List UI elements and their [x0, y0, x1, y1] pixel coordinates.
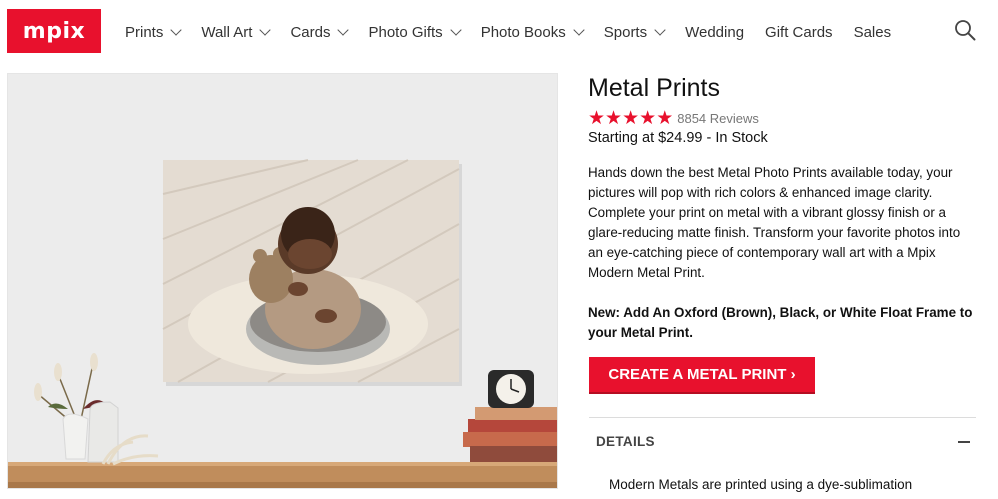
chevron-down-icon	[259, 23, 272, 36]
nav-item-photo-gifts[interactable]: Photo Gifts	[368, 23, 462, 41]
rating[interactable]: ★ ★ ★ ★ ★ 8854 Reviews	[588, 109, 759, 128]
details-toggle[interactable]: DETAILS	[596, 434, 655, 449]
nav-item-label: Wedding	[685, 23, 745, 41]
details-text: Modern Metals are printed using a dye-su…	[609, 477, 913, 492]
price-stock: Starting at $24.99 - In Stock	[588, 130, 768, 146]
nav-item-wall-art[interactable]: Wall Art	[201, 23, 272, 41]
nav-item-label: Gift Cards	[765, 23, 833, 41]
nav-item-label: Photo Books	[480, 23, 566, 41]
nav-item-sports[interactable]: Sports	[603, 23, 666, 41]
nav-item-photo-books[interactable]: Photo Books	[480, 23, 585, 41]
float-frame-note: New: Add An Oxford (Brown), Black, or Wh…	[588, 305, 973, 340]
nav-item-label: Sports	[603, 23, 648, 41]
chevron-down-icon	[654, 23, 666, 36]
chevron-down-icon	[573, 23, 585, 36]
search-icon[interactable]	[954, 19, 976, 41]
nav-item-prints[interactable]: Prints	[125, 23, 183, 41]
star-icon: ★	[588, 108, 606, 129]
star-icon: ★	[656, 108, 674, 129]
product-image	[7, 73, 558, 489]
star-icon: ★	[622, 108, 640, 129]
nav-item-label: Wall Art	[201, 23, 253, 41]
nav-item-cards[interactable]: Cards	[290, 23, 350, 41]
nav-item-label: Sales	[853, 23, 892, 41]
nav-item-sales[interactable]: Sales	[854, 24, 892, 41]
chevron-down-icon	[337, 23, 350, 36]
metal-print-photo	[162, 159, 460, 383]
chevron-down-icon	[450, 23, 462, 36]
mpix-logo[interactable]: mpix	[7, 9, 101, 53]
nav-item-gift-cards[interactable]: Gift Cards	[765, 24, 833, 41]
nav-item-wedding[interactable]: Wedding	[685, 24, 744, 41]
reviews-count[interactable]: 8854 Reviews	[677, 111, 759, 126]
nav-item-label: Photo Gifts	[368, 23, 443, 41]
collapse-minus-icon[interactable]	[958, 441, 970, 443]
nav-item-label: Prints	[125, 23, 164, 41]
star-icon: ★	[639, 108, 657, 129]
product-description: Hands down the best Metal Photo Prints a…	[588, 165, 961, 280]
nav-item-label: Cards	[290, 23, 331, 41]
chevron-down-icon	[170, 23, 183, 36]
main-nav: Prints Wall Art Cards Photo Gifts Photo Book…	[125, 21, 912, 43]
product-title: Metal Prints	[588, 74, 720, 102]
create-metal-print-button[interactable]: CREATE A METAL PRINT ›	[589, 357, 815, 392]
star-icon: ★	[605, 108, 623, 129]
divider	[589, 417, 976, 418]
